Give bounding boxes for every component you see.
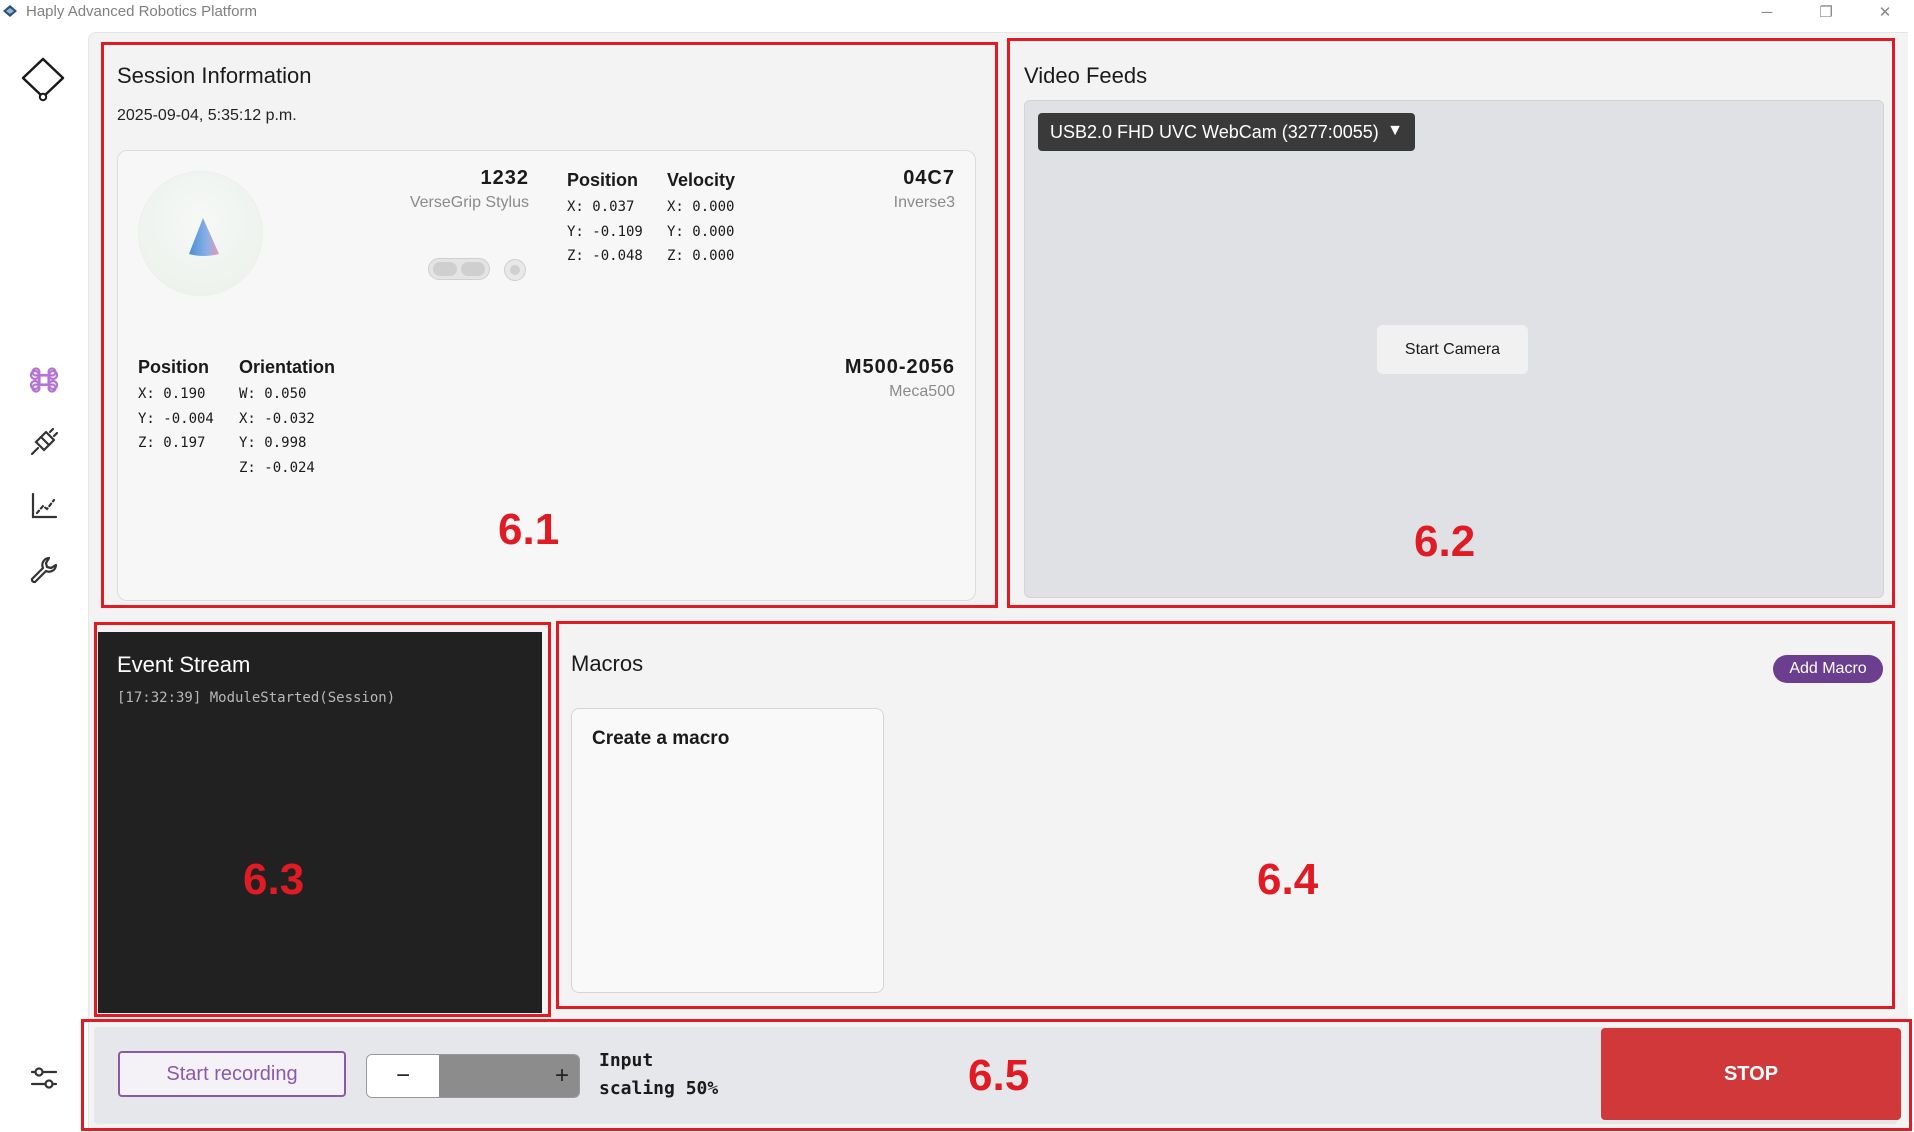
- stylus-cone-icon: [189, 218, 219, 256]
- window-title: Haply Advanced Robotics Platform: [26, 3, 257, 20]
- close-button[interactable]: ✕: [1862, 0, 1908, 24]
- sidebar: [0, 24, 88, 1132]
- diamond-logo-icon[interactable]: [20, 56, 66, 102]
- event-stream-title: Event Stream: [117, 652, 251, 677]
- annotation-label-6-4: 6.4: [1257, 855, 1319, 904]
- meca-orientation-values: W: 0.050 X: -0.032 Y: 0.998 Z: -0.024: [239, 386, 315, 476]
- event-line: [17:32:39] ModuleStarted(Session): [117, 690, 396, 706]
- camera-select-value: USB2.0 FHD UVC WebCam (3277:0055): [1050, 121, 1379, 142]
- sliders-icon[interactable]: [24, 1058, 64, 1098]
- maximize-button[interactable]: ❐: [1803, 0, 1849, 24]
- input-scaling-value: scaling 50%: [599, 1078, 719, 1099]
- inverse-velocity-heading: Velocity: [667, 170, 736, 190]
- plug-icon[interactable]: [24, 422, 64, 462]
- increase-scaling-button[interactable]: +: [555, 1055, 569, 1097]
- session-date: 2025-09-04, 5:35:12 p.m.: [117, 107, 297, 124]
- start-camera-button[interactable]: Start Camera: [1377, 325, 1528, 374]
- start-recording-button[interactable]: Start recording: [118, 1051, 346, 1097]
- stylus-id: 1232: [480, 167, 529, 189]
- inverse-velocity-values: X: 0.000 Y: 0.000 Z: 0.000: [667, 199, 735, 264]
- add-macro-button[interactable]: Add Macro: [1773, 655, 1883, 683]
- stylus-button-toggle[interactable]: [428, 258, 490, 280]
- command-icon[interactable]: [24, 360, 64, 400]
- annotation-label-6-3: 6.3: [243, 855, 305, 904]
- stylus-orientation-widget: [138, 171, 263, 296]
- inverse-type: Inverse3: [893, 194, 955, 211]
- meca-type: Meca500: [889, 383, 955, 400]
- input-scaling-label: Input: [599, 1050, 654, 1071]
- title-bar: Haply Advanced Robotics Platform ─ ❐ ✕: [0, 0, 1914, 24]
- wrench-icon[interactable]: [24, 550, 64, 590]
- inverse-id: 04C7: [903, 167, 955, 189]
- event-stream: Event Stream [17:32:39] ModuleStarted(Se…: [98, 632, 542, 1013]
- annotation-label-6-2: 6.2: [1414, 517, 1476, 566]
- inverse-position-heading: Position: [567, 170, 638, 190]
- create-macro-card[interactable]: Create a macro: [571, 708, 884, 993]
- decrease-scaling-button[interactable]: −: [367, 1055, 439, 1097]
- chart-icon[interactable]: [24, 486, 64, 526]
- meca-position-heading: Position: [138, 357, 209, 377]
- stylus-status-indicator: [504, 259, 526, 281]
- annotation-label-6-5: 6.5: [968, 1051, 1030, 1100]
- stylus-type: VerseGrip Stylus: [409, 194, 529, 211]
- meca-id: M500-2056: [844, 356, 955, 378]
- session-title: Session Information: [117, 63, 312, 88]
- meca-orientation-heading: Orientation: [239, 357, 336, 377]
- meca-position-values: X: 0.190 Y: -0.004 Z: 0.197: [138, 386, 214, 451]
- create-macro-title: Create a macro: [592, 728, 730, 749]
- app-logo-icon: [3, 5, 17, 17]
- annotation-label-6-1: 6.1: [498, 505, 560, 554]
- input-scaling-stepper[interactable]: − +: [366, 1054, 580, 1098]
- chevron-down-icon: ▼: [1387, 122, 1403, 139]
- camera-select[interactable]: USB2.0 FHD UVC WebCam (3277:0055) ▼: [1038, 113, 1415, 151]
- minimize-button[interactable]: ─: [1744, 0, 1790, 24]
- stop-button[interactable]: STOP: [1601, 1028, 1901, 1120]
- macros-title: Macros: [571, 651, 644, 676]
- inverse-position-values: X: 0.037 Y: -0.109 Z: -0.048: [567, 199, 643, 264]
- video-title: Video Feeds: [1024, 63, 1148, 88]
- input-scaling-readout: Input scaling 50%: [599, 1047, 718, 1103]
